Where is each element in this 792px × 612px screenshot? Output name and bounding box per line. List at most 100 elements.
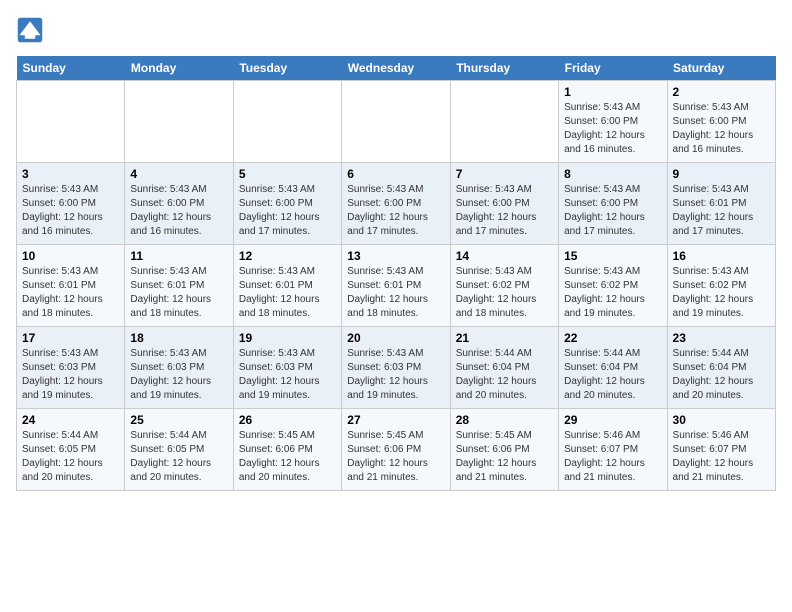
day-info: Sunrise: 5:45 AM Sunset: 6:06 PM Dayligh… — [239, 429, 336, 485]
calendar-cell: 12Sunrise: 5:43 AM Sunset: 6:01 PM Dayli… — [233, 245, 341, 327]
day-header: Sunday — [17, 56, 125, 81]
day-info: Sunrise: 5:43 AM Sunset: 6:03 PM Dayligh… — [130, 347, 227, 403]
calendar-cell: 26Sunrise: 5:45 AM Sunset: 6:06 PM Dayli… — [233, 409, 341, 491]
day-number: 25 — [130, 413, 227, 427]
day-header: Saturday — [667, 56, 775, 81]
calendar-cell: 25 Sunrise: 5:44 AM Sunset: 6:05 PM Dayli… — [125, 409, 233, 491]
calendar-table: SundayMondayTuesdayWednesdayThursdayFrid… — [16, 56, 776, 491]
day-number: 29 — [564, 413, 661, 427]
day-info: Sunrise: 5:43 AM Sunset: 6:00 PM Dayligh… — [564, 101, 661, 157]
day-info: Sunrise: 5:43 AM Sunset: 6:02 PM Dayligh… — [673, 265, 770, 321]
day-info: Sunrise: 5:44 AM Sunset: 6:04 PM Dayligh… — [564, 347, 661, 403]
day-number: 21 — [456, 331, 553, 345]
day-header: Friday — [559, 56, 667, 81]
day-number: 22 — [564, 331, 661, 345]
calendar-cell — [450, 81, 558, 163]
day-info: Sunrise: 5:44 AM Sunset: 6:05 PM Dayligh… — [22, 429, 119, 485]
logo-icon — [16, 16, 44, 44]
calendar-cell: 18 Sunrise: 5:43 AM Sunset: 6:03 PM Dayli… — [125, 327, 233, 409]
day-number: 13 — [347, 249, 444, 263]
day-info: Sunrise: 5:44 AM Sunset: 6:05 PM Dayligh… — [130, 429, 227, 485]
day-info: Sunrise: 5:43 AM Sunset: 6:01 PM Dayligh… — [130, 265, 227, 321]
day-number: 11 — [130, 249, 227, 263]
day-header: Thursday — [450, 56, 558, 81]
day-number: 15 — [564, 249, 661, 263]
day-number: 19 — [239, 331, 336, 345]
day-info: Sunrise: 5:44 AM Sunset: 6:04 PM Dayligh… — [456, 347, 553, 403]
day-info: Sunrise: 5:44 AM Sunset: 6:04 PM Dayligh… — [673, 347, 770, 403]
day-info: Sunrise: 5:43 AM Sunset: 6:01 PM Dayligh… — [22, 265, 119, 321]
calendar-cell: 8 Sunrise: 5:43 AM Sunset: 6:00 PM Daylig… — [559, 163, 667, 245]
day-info: Sunrise: 5:43 AM Sunset: 6:00 PM Dayligh… — [239, 183, 336, 239]
day-number: 3 — [22, 167, 119, 181]
calendar-cell: 29 Sunrise: 5:46 AM Sunset: 6:07 PM Dayli… — [559, 409, 667, 491]
calendar-cell — [233, 81, 341, 163]
day-info: Sunrise: 5:43 AM Sunset: 6:03 PM Dayligh… — [239, 347, 336, 403]
day-info: Sunrise: 5:43 AM Sunset: 6:00 PM Dayligh… — [130, 183, 227, 239]
calendar-cell: 23 Sunrise: 5:44 AM Sunset: 6:04 PM Dayli… — [667, 327, 775, 409]
calendar-cell: 13 Sunrise: 5:43 AM Sunset: 6:01 PM Dayli… — [342, 245, 450, 327]
calendar-week-row: 1 Sunrise: 5:43 AM Sunset: 6:00 PM Daylig… — [17, 81, 776, 163]
logo — [16, 16, 48, 44]
calendar-week-row: 17 Sunrise: 5:43 AM Sunset: 6:03 PM Dayli… — [17, 327, 776, 409]
calendar-cell: 16Sunrise: 5:43 AM Sunset: 6:02 PM Dayli… — [667, 245, 775, 327]
day-info: Sunrise: 5:43 AM Sunset: 6:00 PM Dayligh… — [22, 183, 119, 239]
calendar-cell: 14 Sunrise: 5:43 AM Sunset: 6:02 PM Dayli… — [450, 245, 558, 327]
header-row: SundayMondayTuesdayWednesdayThursdayFrid… — [17, 56, 776, 81]
day-info: Sunrise: 5:43 AM Sunset: 6:02 PM Dayligh… — [456, 265, 553, 321]
calendar-cell: 28 Sunrise: 5:45 AM Sunset: 6:06 PM Dayli… — [450, 409, 558, 491]
calendar-cell: 24Sunrise: 5:44 AM Sunset: 6:05 PM Dayli… — [17, 409, 125, 491]
day-number: 6 — [347, 167, 444, 181]
day-info: Sunrise: 5:46 AM Sunset: 6:07 PM Dayligh… — [564, 429, 661, 485]
calendar-cell: 15 Sunrise: 5:43 AM Sunset: 6:02 PM Dayli… — [559, 245, 667, 327]
calendar-cell: 9 Sunrise: 5:43 AM Sunset: 6:01 PM Daylig… — [667, 163, 775, 245]
day-number: 12 — [239, 249, 336, 263]
calendar-cell: 5 Sunrise: 5:43 AM Sunset: 6:00 PM Daylig… — [233, 163, 341, 245]
calendar-cell: 6 Sunrise: 5:43 AM Sunset: 6:00 PM Daylig… — [342, 163, 450, 245]
day-header: Monday — [125, 56, 233, 81]
day-info: Sunrise: 5:45 AM Sunset: 6:06 PM Dayligh… — [347, 429, 444, 485]
day-info: Sunrise: 5:43 AM Sunset: 6:00 PM Dayligh… — [564, 183, 661, 239]
calendar-cell: 2Sunrise: 5:43 AM Sunset: 6:00 PM Daylig… — [667, 81, 775, 163]
day-number: 17 — [22, 331, 119, 345]
day-number: 23 — [673, 331, 770, 345]
day-header: Tuesday — [233, 56, 341, 81]
calendar-week-row: 10Sunrise: 5:43 AM Sunset: 6:01 PM Dayli… — [17, 245, 776, 327]
day-header: Wednesday — [342, 56, 450, 81]
day-number: 18 — [130, 331, 227, 345]
calendar-cell — [342, 81, 450, 163]
day-number: 28 — [456, 413, 553, 427]
day-info: Sunrise: 5:45 AM Sunset: 6:06 PM Dayligh… — [456, 429, 553, 485]
day-number: 4 — [130, 167, 227, 181]
day-info: Sunrise: 5:43 AM Sunset: 6:03 PM Dayligh… — [22, 347, 119, 403]
calendar-cell: 7Sunrise: 5:43 AM Sunset: 6:00 PM Daylig… — [450, 163, 558, 245]
calendar-cell — [125, 81, 233, 163]
calendar-body: 1 Sunrise: 5:43 AM Sunset: 6:00 PM Daylig… — [17, 81, 776, 491]
calendar-cell: 19 Sunrise: 5:43 AM Sunset: 6:03 PM Dayli… — [233, 327, 341, 409]
calendar-cell: 11 Sunrise: 5:43 AM Sunset: 6:01 PM Dayli… — [125, 245, 233, 327]
calendar-cell: 22 Sunrise: 5:44 AM Sunset: 6:04 PM Dayli… — [559, 327, 667, 409]
day-number: 8 — [564, 167, 661, 181]
day-info: Sunrise: 5:43 AM Sunset: 6:01 PM Dayligh… — [347, 265, 444, 321]
day-number: 27 — [347, 413, 444, 427]
day-info: Sunrise: 5:43 AM Sunset: 6:00 PM Dayligh… — [456, 183, 553, 239]
day-info: Sunrise: 5:43 AM Sunset: 6:03 PM Dayligh… — [347, 347, 444, 403]
calendar-cell: 1 Sunrise: 5:43 AM Sunset: 6:00 PM Daylig… — [559, 81, 667, 163]
calendar-cell: 20 Sunrise: 5:43 AM Sunset: 6:03 PM Dayli… — [342, 327, 450, 409]
calendar-cell: 3 Sunrise: 5:43 AM Sunset: 6:00 PM Daylig… — [17, 163, 125, 245]
day-number: 30 — [673, 413, 770, 427]
page-header — [16, 16, 776, 44]
day-number: 14 — [456, 249, 553, 263]
day-info: Sunrise: 5:43 AM Sunset: 6:02 PM Dayligh… — [564, 265, 661, 321]
calendar-cell: 21 Sunrise: 5:44 AM Sunset: 6:04 PM Dayli… — [450, 327, 558, 409]
day-info: Sunrise: 5:46 AM Sunset: 6:07 PM Dayligh… — [673, 429, 770, 485]
day-number: 20 — [347, 331, 444, 345]
calendar-cell — [17, 81, 125, 163]
calendar-cell: 4 Sunrise: 5:43 AM Sunset: 6:00 PM Daylig… — [125, 163, 233, 245]
day-number: 5 — [239, 167, 336, 181]
day-number: 1 — [564, 85, 661, 99]
day-number: 9 — [673, 167, 770, 181]
day-info: Sunrise: 5:43 AM Sunset: 6:01 PM Dayligh… — [673, 183, 770, 239]
calendar-cell: 30 Sunrise: 5:46 AM Sunset: 6:07 PM Dayli… — [667, 409, 775, 491]
day-info: Sunrise: 5:43 AM Sunset: 6:00 PM Dayligh… — [347, 183, 444, 239]
